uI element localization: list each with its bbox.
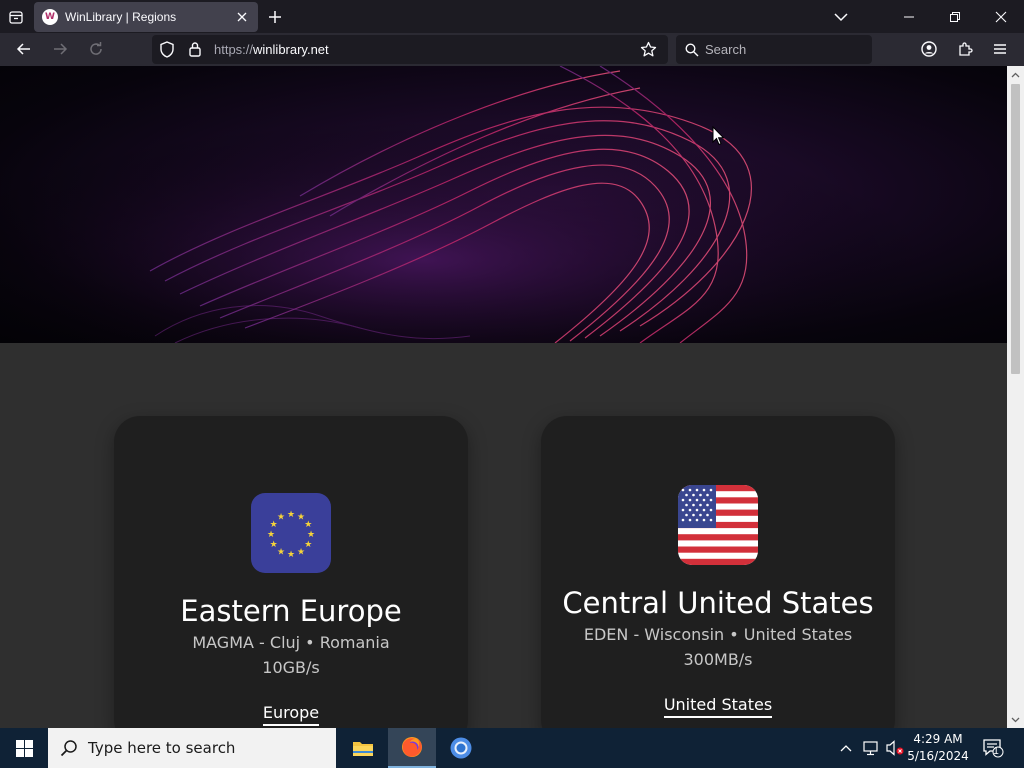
region-speed: 10GB/s bbox=[262, 658, 320, 677]
forward-icon[interactable] bbox=[45, 34, 75, 64]
svg-text:★: ★ bbox=[304, 540, 312, 550]
search-placeholder: Search bbox=[705, 42, 747, 57]
url-text[interactable]: https://winlibrary.net bbox=[214, 42, 329, 57]
volume-muted-icon[interactable] bbox=[884, 728, 906, 768]
svg-text:★: ★ bbox=[287, 510, 295, 520]
bookmark-star-icon[interactable] bbox=[640, 41, 657, 63]
extensions-icon[interactable] bbox=[950, 34, 980, 64]
region-location: EDEN - Wisconsin • United States bbox=[583, 625, 853, 644]
region-location: MAGMA - Cluj • Romania bbox=[192, 633, 390, 652]
svg-text:★: ★ bbox=[267, 530, 275, 540]
firefox-taskbar-icon[interactable] bbox=[388, 728, 436, 768]
search-icon bbox=[60, 739, 78, 757]
file-explorer-icon[interactable] bbox=[339, 728, 387, 768]
region-title: Central United States bbox=[562, 586, 874, 620]
new-tab-icon[interactable] bbox=[262, 0, 288, 33]
scroll-down-icon[interactable] bbox=[1007, 711, 1024, 728]
account-icon[interactable] bbox=[914, 34, 944, 64]
close-tab-icon[interactable] bbox=[230, 5, 254, 29]
us-flag-icon bbox=[678, 485, 758, 565]
eu-flag-icon: ★ ★ ★ ★ ★ ★ ★ ★ ★ ★ ★ ★ bbox=[251, 493, 331, 573]
page-scrollbar[interactable] bbox=[1007, 66, 1024, 728]
svg-text:★: ★ bbox=[287, 550, 295, 560]
menu-icon[interactable] bbox=[985, 34, 1015, 64]
region-link-container: Europe bbox=[114, 703, 468, 726]
svg-text:★: ★ bbox=[277, 513, 285, 523]
lock-icon[interactable] bbox=[188, 41, 202, 62]
clock-time: 4:29 AM bbox=[913, 732, 963, 746]
windows-start-icon[interactable] bbox=[0, 728, 48, 768]
minimize-icon[interactable] bbox=[888, 0, 930, 33]
tab-bar: W WinLibrary | Regions bbox=[0, 0, 1024, 33]
tab-list-icon[interactable] bbox=[4, 0, 28, 33]
region-title: Eastern Europe bbox=[180, 594, 402, 628]
notification-count: 1 bbox=[993, 746, 999, 757]
notification-center-icon[interactable]: 1 bbox=[978, 728, 1008, 768]
hero-banner bbox=[0, 66, 1007, 343]
scrollbar-thumb[interactable] bbox=[1011, 84, 1020, 374]
navigation-toolbar: https://winlibrary.net Search bbox=[0, 33, 1024, 66]
address-bar[interactable]: https://winlibrary.net bbox=[152, 35, 668, 64]
svg-text:★: ★ bbox=[307, 530, 315, 540]
url-host: winlibrary.net bbox=[253, 42, 329, 57]
list-all-tabs-icon[interactable] bbox=[828, 0, 854, 33]
windows-taskbar: Type here to search 4:29 AM 5/16/2024 1 bbox=[0, 728, 1024, 768]
mouse-cursor-icon bbox=[712, 125, 725, 151]
close-window-icon[interactable] bbox=[980, 0, 1022, 33]
region-link-europe[interactable]: Europe bbox=[262, 703, 320, 726]
svg-text:★: ★ bbox=[277, 547, 285, 557]
search-input[interactable]: Search bbox=[676, 35, 872, 64]
tracking-protection-shield-icon[interactable] bbox=[159, 41, 175, 63]
reload-icon[interactable] bbox=[81, 34, 111, 64]
clock-date: 5/16/2024 bbox=[907, 749, 969, 763]
region-speed: 300MB/s bbox=[683, 650, 753, 669]
svg-text:★: ★ bbox=[304, 520, 312, 530]
hero-wave-artwork bbox=[0, 66, 1007, 343]
region-card-central-united-states: Central United States EDEN - Wisconsin •… bbox=[541, 416, 895, 728]
restore-icon[interactable] bbox=[934, 0, 976, 33]
show-hidden-icons-chevron-up-icon[interactable] bbox=[836, 728, 856, 768]
region-link-container: United States bbox=[541, 695, 895, 718]
network-icon[interactable] bbox=[860, 728, 882, 768]
chrome-taskbar-icon[interactable] bbox=[437, 728, 485, 768]
region-link-united-states[interactable]: United States bbox=[663, 695, 773, 718]
winlibrary-favicon: W bbox=[42, 9, 58, 25]
region-card-eastern-europe: ★ ★ ★ ★ ★ ★ ★ ★ ★ ★ ★ ★ Eastern Europe MAGMA - C… bbox=[114, 416, 468, 728]
svg-text:★: ★ bbox=[297, 547, 305, 557]
page-content: ★ ★ ★ ★ ★ ★ ★ ★ ★ ★ ★ ★ Eastern Europe MAGMA - C… bbox=[0, 66, 1007, 728]
scroll-up-icon[interactable] bbox=[1007, 66, 1024, 83]
taskbar-clock[interactable]: 4:29 AM 5/16/2024 bbox=[906, 728, 970, 768]
taskbar-search-placeholder: Type here to search bbox=[88, 739, 236, 757]
svg-text:★: ★ bbox=[270, 540, 278, 550]
search-icon bbox=[685, 42, 699, 57]
url-protocol: https:// bbox=[214, 42, 254, 57]
tab-title: WinLibrary | Regions bbox=[65, 10, 177, 24]
taskbar-search-input[interactable]: Type here to search bbox=[48, 728, 336, 768]
tab-winlibrary[interactable]: W WinLibrary | Regions bbox=[34, 2, 258, 32]
back-icon[interactable] bbox=[9, 34, 39, 64]
